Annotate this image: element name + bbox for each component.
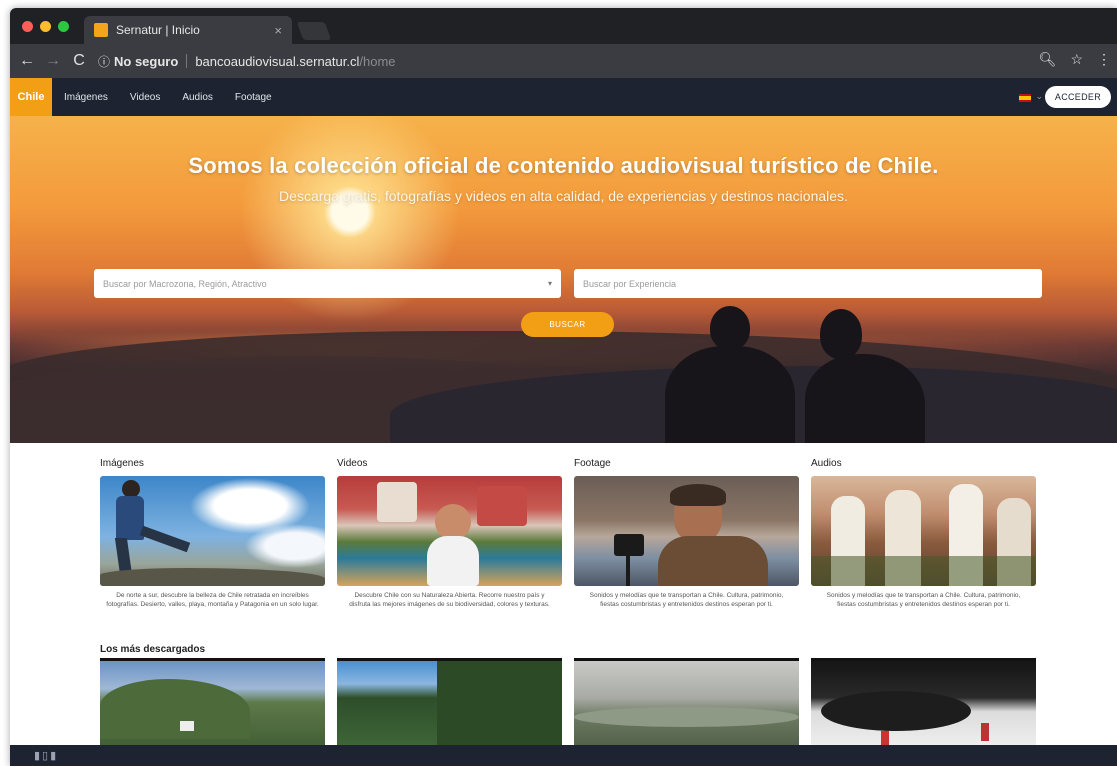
download-thumb[interactable] xyxy=(811,658,1036,753)
person-silhouette-body xyxy=(805,354,925,443)
experience-search-input[interactable]: Buscar por Experiencia xyxy=(574,269,1042,298)
reload-icon[interactable]: C xyxy=(66,52,92,70)
cameraman-image[interactable] xyxy=(574,476,799,586)
new-tab-button[interactable] xyxy=(296,22,332,40)
film-strip-icon: ▮▯▮ xyxy=(34,750,59,762)
search-button[interactable]: BUSCAR xyxy=(521,312,614,337)
minimize-window-button[interactable] xyxy=(40,21,51,32)
browser-window: Sernatur | Inicio × ← → C ⓘ No seguro ba… xyxy=(10,8,1117,766)
category-grid: Imágenes De norte a sur, descubre la bel… xyxy=(100,458,1040,610)
tab-title: Sernatur | Inicio xyxy=(116,23,200,37)
bottom-bar xyxy=(10,745,1117,766)
tab-strip: Sernatur | Inicio × xyxy=(10,8,1117,44)
nav-videos[interactable]: Videos xyxy=(130,92,160,103)
download-thumb[interactable] xyxy=(574,658,799,753)
category-card-videos[interactable]: Videos Descubre Chile con su Naturaleza … xyxy=(337,458,562,610)
site-favicon-icon xyxy=(94,23,108,37)
category-description: Descubre Chile con su Naturaleza Abierta… xyxy=(349,592,550,608)
back-icon[interactable]: ← xyxy=(14,52,40,70)
window-controls xyxy=(22,21,69,32)
browser-toolbar: ← → C ⓘ No seguro bancoaudiovisual.serna… xyxy=(10,44,1117,78)
star-icon[interactable]: ☆ xyxy=(1070,51,1083,68)
download-thumb[interactable] xyxy=(337,658,562,753)
masked-dancers-image[interactable] xyxy=(811,476,1036,586)
toolbar-actions: 🔍︎ ☆ ⋮ xyxy=(1039,51,1111,68)
site-header: Chile Imágenes Videos Audios Footage ⌄ A… xyxy=(10,78,1117,116)
language-flag-icon[interactable] xyxy=(1019,94,1031,102)
chevron-down-icon[interactable]: ▾ xyxy=(548,279,552,288)
category-description: De norte a sur, descubre la belleza de C… xyxy=(106,592,319,608)
region-search-placeholder: Buscar por Macrozona, Región, Atractivo xyxy=(103,278,267,289)
security-label: No seguro xyxy=(114,53,179,69)
category-title: Footage xyxy=(574,458,611,469)
most-downloaded-grid xyxy=(100,658,1036,753)
person-silhouette-body xyxy=(665,346,795,443)
browser-tab[interactable]: Sernatur | Inicio × xyxy=(84,16,292,44)
region-search-select[interactable]: Buscar por Macrozona, Región, Atractivo … xyxy=(94,269,561,298)
category-description: Sonidos y melodías que te transportan a … xyxy=(826,592,1021,608)
hero-subtitle: Descarga gratis, fotografías y videos en… xyxy=(279,188,848,204)
maximize-window-button[interactable] xyxy=(58,21,69,32)
info-icon[interactable]: ⓘ xyxy=(98,53,110,70)
url-path: /home xyxy=(359,53,396,69)
chevron-down-icon[interactable]: ⌄ xyxy=(1035,91,1043,102)
download-thumb[interactable] xyxy=(100,658,325,753)
photographer-image[interactable] xyxy=(100,476,325,586)
category-description: Sonidos y melodías que te transportan a … xyxy=(589,592,784,608)
nav-imagenes[interactable]: Imágenes xyxy=(64,92,108,103)
category-title: Videos xyxy=(337,458,368,469)
main-nav: Imágenes Videos Audios Footage xyxy=(64,92,272,103)
category-title: Imágenes xyxy=(100,458,144,469)
zoom-icon[interactable]: 🔍︎ xyxy=(1039,51,1057,68)
login-button[interactable]: ACCEDER xyxy=(1044,86,1111,108)
address-bar[interactable]: ⓘ No seguro bancoaudiovisual.sernatur.cl… xyxy=(98,50,1083,72)
menu-icon[interactable]: ⋮ xyxy=(1097,51,1111,68)
most-downloaded-title: Los más descargados xyxy=(100,644,206,655)
hero-banner: Somos la colección oficial de contenido … xyxy=(10,116,1117,443)
category-card-audios[interactable]: Audios Sonidos y melodías que te transpo… xyxy=(811,458,1036,610)
category-card-imagenes[interactable]: Imágenes De norte a sur, descubre la bel… xyxy=(100,458,325,610)
nav-footage[interactable]: Footage xyxy=(235,92,272,103)
hero-title: Somos la colección oficial de contenido … xyxy=(188,153,939,178)
forward-icon[interactable]: → xyxy=(40,52,66,70)
person-silhouette-head xyxy=(820,309,862,359)
url-host: bancoaudiovisual.sernatur.cl xyxy=(195,53,360,69)
close-window-button[interactable] xyxy=(22,21,33,32)
festival-dancer-image[interactable] xyxy=(337,476,562,586)
category-title: Audios xyxy=(811,458,842,469)
experience-search-placeholder: Buscar por Experiencia xyxy=(583,278,677,289)
category-card-footage[interactable]: Footage Sonidos y melodías que te transp… xyxy=(574,458,799,610)
nav-audios[interactable]: Audios xyxy=(182,92,213,103)
tab-close-icon[interactable]: × xyxy=(274,23,282,38)
address-divider xyxy=(186,54,188,68)
chile-logo[interactable]: Chile xyxy=(10,78,52,116)
person-silhouette-head xyxy=(710,306,750,350)
